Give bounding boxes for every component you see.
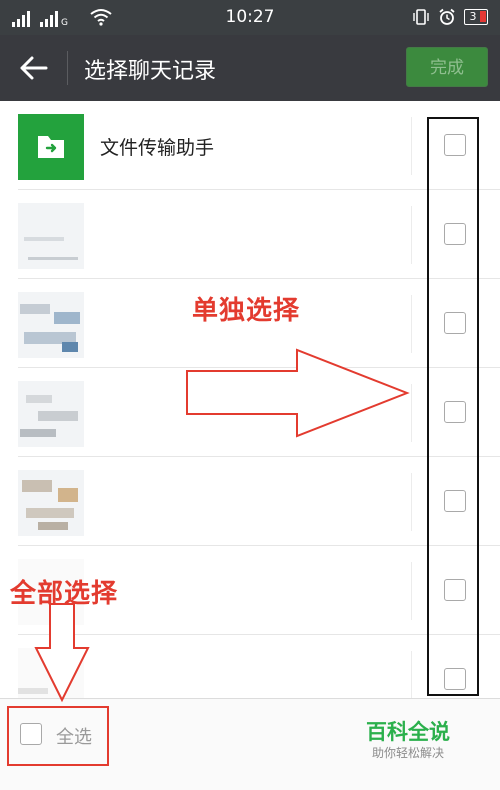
- chat-row[interactable]: [0, 368, 500, 457]
- chat-name: 文件传输助手: [100, 137, 215, 159]
- select-all-highlight: [7, 706, 109, 766]
- redacted-avatar: [18, 203, 84, 269]
- single-select-annotation: 单独选择: [192, 296, 301, 326]
- checkbox-column-highlight: [427, 117, 479, 696]
- row-divider: [411, 117, 412, 175]
- status-bar: G 10:27 3: [0, 0, 500, 35]
- chat-row[interactable]: [0, 190, 500, 279]
- title-bar: 选择聊天记录 完成: [0, 35, 500, 101]
- vibrate-icon: [413, 9, 429, 25]
- battery-icon: 3: [464, 9, 488, 25]
- watermark-tagline: 助你轻松解决: [372, 746, 445, 760]
- redacted-avatar: [18, 470, 84, 536]
- back-arrow-icon[interactable]: [18, 53, 50, 83]
- row-divider: [411, 473, 412, 531]
- done-button[interactable]: 完成: [406, 47, 488, 87]
- chat-row[interactable]: [0, 457, 500, 546]
- row-divider: [411, 206, 412, 264]
- page-title: 选择聊天记录: [84, 59, 217, 84]
- folder-arrow-icon: [38, 136, 64, 158]
- file-transfer-avatar: [18, 114, 84, 180]
- redacted-avatar: [18, 292, 84, 358]
- battery-level: 3: [469, 10, 477, 23]
- row-divider: [411, 384, 412, 442]
- select-all-annotation: 全部选择: [10, 579, 119, 609]
- title-divider: [67, 51, 68, 85]
- watermark-brand: 百科全说: [366, 720, 450, 744]
- row-divider: [411, 562, 412, 620]
- battery-level-fill: [480, 11, 486, 22]
- chat-row-file-transfer[interactable]: 文件传输助手: [0, 101, 500, 190]
- row-divider: [411, 295, 412, 353]
- alarm-icon: [439, 8, 455, 25]
- redacted-avatar: [18, 381, 84, 447]
